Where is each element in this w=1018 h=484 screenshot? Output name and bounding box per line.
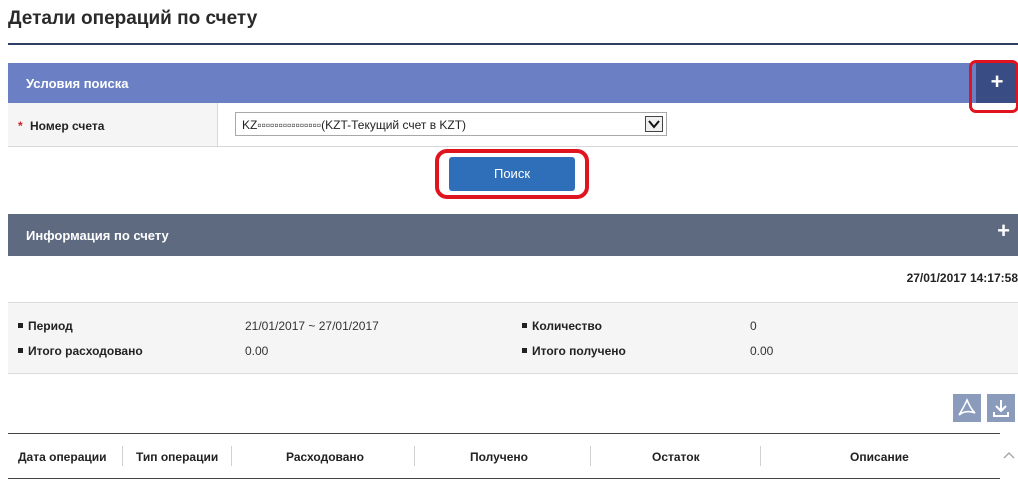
total-spent-value: 0.00 bbox=[245, 344, 269, 358]
download-button[interactable] bbox=[987, 394, 1015, 422]
account-info-title: Информация по счету bbox=[26, 228, 169, 243]
column-header-description[interactable]: Описание bbox=[850, 450, 909, 464]
search-conditions-header: Условия поиска + bbox=[8, 63, 1018, 103]
column-header-balance[interactable]: Остаток bbox=[652, 450, 700, 464]
column-separator bbox=[760, 446, 761, 466]
highlight-search-button bbox=[435, 149, 589, 199]
account-number-row: * Номер счета KZ▫▫▫▫▫▫▫▫▫▫▫▫▫▫▫(KZT-Теку… bbox=[8, 103, 1018, 147]
total-received-value: 0.00 bbox=[750, 344, 774, 358]
account-info-header: Информация по счету + bbox=[8, 214, 1018, 256]
account-number-select[interactable]: KZ▫▫▫▫▫▫▫▫▫▫▫▫▫▫▫(KZT-Текущий счет в KZT… bbox=[235, 112, 667, 136]
bullet-icon bbox=[18, 348, 23, 353]
report-timestamp: 27/01/2017 14:17:58 bbox=[906, 271, 1018, 285]
account-number-value: KZ▫▫▫▫▫▫▫▫▫▫▫▫▫▫▫(KZT-Текущий счет в KZT… bbox=[242, 118, 467, 132]
pdf-icon bbox=[958, 398, 976, 416]
download-icon bbox=[993, 400, 1009, 417]
expand-account-info-button[interactable]: + bbox=[997, 218, 1010, 244]
scroll-up-icon[interactable] bbox=[1001, 448, 1017, 462]
bullet-icon bbox=[18, 323, 23, 328]
column-header-date[interactable]: Дата операции bbox=[18, 450, 107, 464]
export-pdf-button[interactable] bbox=[953, 394, 981, 422]
bullet-icon bbox=[522, 323, 527, 328]
account-summary: Период 21/01/2017 ~ 27/01/2017 Количеств… bbox=[8, 302, 1018, 374]
period-label: Период bbox=[28, 319, 73, 333]
column-separator bbox=[414, 446, 415, 466]
column-separator bbox=[590, 446, 591, 466]
total-spent-label: Итого расходовано bbox=[28, 344, 143, 358]
column-separator bbox=[231, 446, 232, 466]
period-value: 21/01/2017 ~ 27/01/2017 bbox=[245, 319, 379, 333]
column-header-received[interactable]: Получено bbox=[470, 450, 528, 464]
bullet-icon bbox=[522, 348, 527, 353]
page-title: Детали операций по счету bbox=[8, 8, 258, 29]
account-number-label: Номер счета bbox=[30, 119, 105, 133]
search-conditions-title: Условия поиска bbox=[26, 76, 129, 91]
count-value: 0 bbox=[750, 319, 757, 333]
title-divider bbox=[8, 43, 1018, 45]
count-label: Количество bbox=[532, 319, 602, 333]
chevron-down-icon[interactable] bbox=[645, 116, 663, 132]
column-separator bbox=[122, 446, 123, 466]
column-header-type[interactable]: Тип операции bbox=[136, 450, 218, 464]
column-header-spent[interactable]: Расходовано bbox=[286, 450, 364, 464]
required-marker: * bbox=[18, 119, 23, 133]
transactions-table-header: Дата операции Тип операции Расходовано П… bbox=[8, 433, 1000, 479]
account-number-label-cell: * Номер счета bbox=[8, 103, 218, 146]
total-received-label: Итого получено bbox=[532, 344, 626, 358]
